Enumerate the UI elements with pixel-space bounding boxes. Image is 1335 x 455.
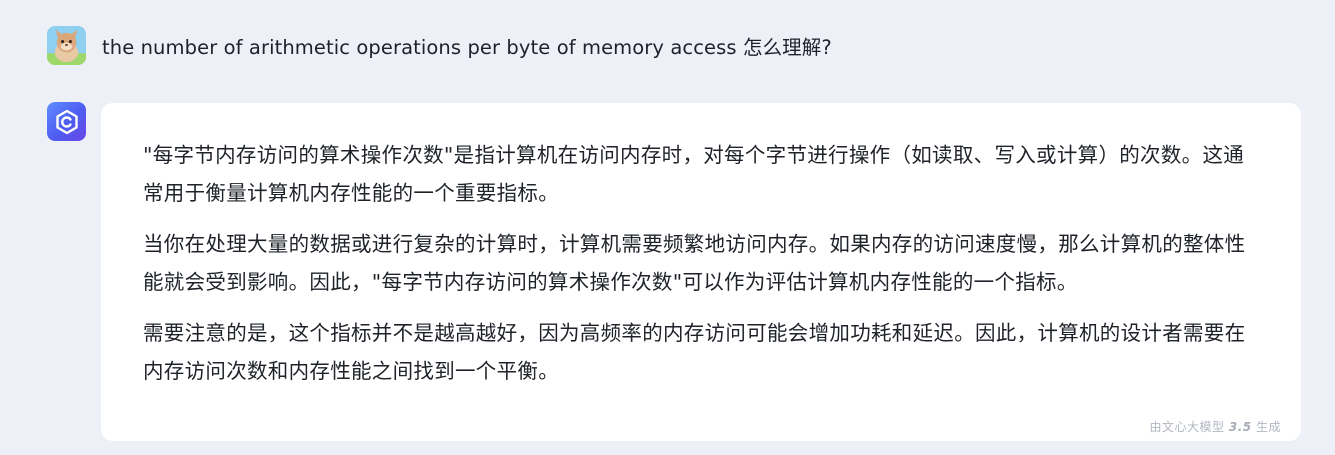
ernie-bot-logo-icon [47,102,86,141]
user-message-row: the number of arithmetic operations per … [47,24,832,66]
answer-paragraph: 需要注意的是，这个指标并不是越高越好，因为高频率的内存访问可能会增加功耗和延迟。… [143,321,1246,383]
badge-version: 3.5 [1228,420,1252,434]
badge-suffix: 生成 [1255,420,1281,434]
answer-paragraph: 当你在处理大量的数据或进行复杂的计算时，计算机需要频繁地访问内存。如果内存的访问… [143,232,1246,294]
user-question-text: the number of arithmetic operations per … [102,35,832,59]
cartoon-cat-avatar-icon [47,25,86,65]
bot-answer-card: "每字节内存访问的算术操作次数"是指计算机在访问内存时，对每个字节进行操作（如读… [101,103,1301,441]
answer-paragraph: "每字节内存访问的算术操作次数"是指计算机在访问内存时，对每个字节进行操作（如读… [143,143,1245,205]
badge-prefix: 由文心大模型 [1149,420,1225,434]
model-generated-badge: 由文心大模型 3.5 生成 [1150,418,1281,435]
